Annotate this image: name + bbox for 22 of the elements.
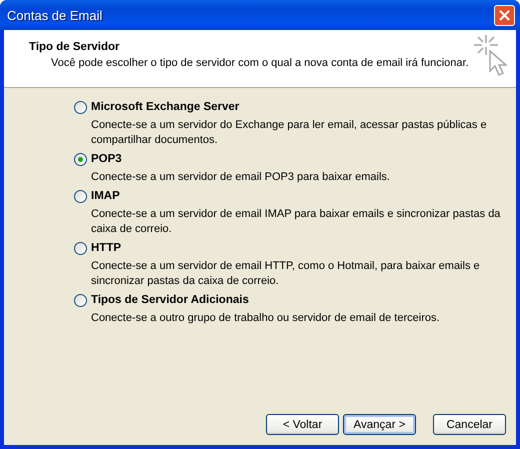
cancel-button[interactable]: Cancelar <box>433 414 506 435</box>
option-label[interactable]: POP3 <box>91 153 122 165</box>
radio-button[interactable] <box>74 152 87 166</box>
option-description: Conecte-se a um servidor de email IMAP para baixar emails e sincronizar pastas da caixa de correio. <box>91 207 501 237</box>
option-description: Conecte-se a outro grupo de trabalho ou servidor de email de terceiros. <box>91 311 441 326</box>
option-description: Conecte-se a um servidor do Exchange para ler email, acessar pastas públicas e compartilhar documentos. <box>91 118 488 148</box>
option-label[interactable]: Tipos de Servidor Adicionais <box>91 294 249 306</box>
radio-button[interactable] <box>74 242 87 254</box>
option-description: Conecte-se a um servidor de email HTTP, como o Hotmail, para baixar emails e sincronizar pastas da caixa de correio. <box>91 259 481 289</box>
back-button[interactable]: < Voltar <box>266 414 339 435</box>
option-label[interactable]: IMAP <box>91 190 120 202</box>
option-label[interactable]: Microsoft Exchange Server <box>91 101 240 113</box>
option-description: Conecte-se a um servidor de email POP3 para baixar emails. <box>91 170 391 185</box>
radio-button[interactable] <box>74 190 87 202</box>
close-button[interactable]: × <box>494 4 515 26</box>
next-button[interactable]: Avançar > <box>343 414 416 435</box>
option-label[interactable]: HTTP <box>91 242 122 254</box>
header-title: Tipo de Servidor <box>29 41 121 53</box>
radio-button[interactable] <box>74 100 87 114</box>
radio-button[interactable] <box>74 294 87 306</box>
window-title: Contas de Email <box>7 8 102 22</box>
header-subtitle: Você pode escolher o tipo de servidor com o qual a nova conta de email irá funcionar. <box>50 56 469 69</box>
